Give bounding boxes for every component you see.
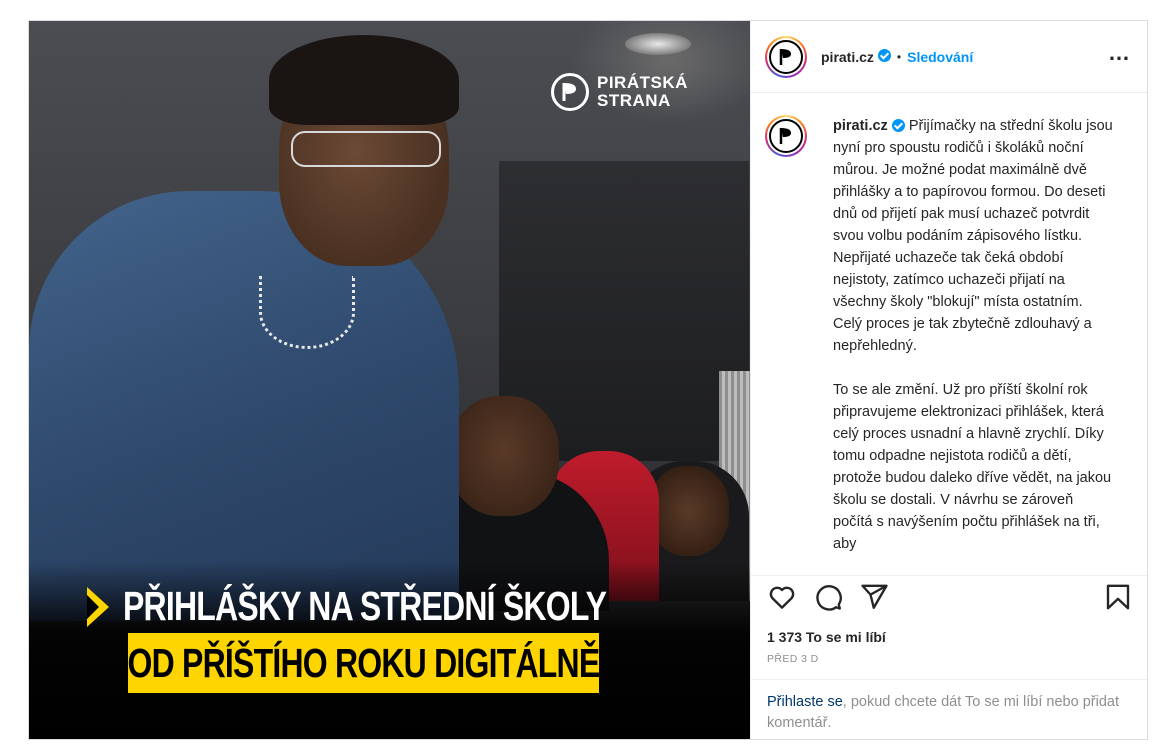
login-link[interactable]: Přihlaste se — [767, 694, 843, 710]
separator-dot: • — [896, 49, 902, 64]
caption-area[interactable]: pirati.cz Přijímačky na střední školu js… — [751, 93, 1147, 575]
login-prompt: Přihlaste se, pokud chcete dát To se mi … — [751, 679, 1147, 739]
person-figure — [269, 35, 459, 125]
action-bar — [751, 575, 1147, 619]
heart-icon — [769, 586, 795, 609]
headline-text: PŘIHLÁŠKY NA STŘEDNÍ ŠKOLY — [123, 583, 607, 629]
logo-line: PIRÁTSKÁ — [597, 73, 688, 92]
send-icon — [861, 584, 888, 609]
party-logo: PIRÁTSKÁ STRANA — [551, 73, 688, 111]
comment-icon — [816, 585, 842, 611]
chevron-right-icon — [87, 586, 109, 627]
logo-line: STRANA — [597, 91, 671, 110]
caption-paragraph: To se ale změní. Už pro příští školní ro… — [833, 382, 1112, 552]
post-sidebar: pirati.cz • Sledování … pirati.cz Přijím… — [750, 21, 1147, 739]
username-link[interactable]: pirati.cz — [821, 49, 874, 65]
post-header: pirati.cz • Sledování … — [751, 21, 1147, 93]
headline-text: OD PŘÍŠTÍHO ROKU DIGITÁLNĚ — [127, 639, 601, 686]
bookmark-icon — [1106, 584, 1130, 610]
following-button[interactable]: Sledování — [907, 49, 973, 65]
avatar[interactable] — [765, 35, 807, 78]
share-button[interactable] — [859, 582, 889, 617]
person-figure — [449, 396, 559, 516]
chain-necklace — [259, 276, 355, 349]
headline-line-1: PŘIHLÁŠKY NA STŘEDNÍ ŠKOLY — [87, 583, 742, 630]
comment-button[interactable] — [813, 582, 843, 617]
post-timestamp[interactable]: PŘED 3 D — [767, 653, 819, 665]
flag-icon — [769, 39, 803, 74]
ceiling-lamp — [625, 33, 691, 55]
glasses — [291, 131, 441, 167]
caption-paragraph: Přijímačky na střední školu jsou nyní pr… — [833, 118, 1113, 354]
save-button[interactable] — [1103, 582, 1133, 617]
verified-badge-icon — [891, 118, 905, 132]
flag-icon — [769, 119, 803, 153]
avatar[interactable] — [765, 115, 807, 157]
caption-username-link[interactable]: pirati.cz — [833, 118, 888, 134]
likes-count[interactable]: 1 373 To se mi líbí — [767, 629, 886, 645]
verified-badge-icon — [877, 49, 891, 62]
like-button[interactable] — [767, 582, 797, 617]
person-figure — [649, 466, 729, 556]
caption-text: pirati.cz Přijímačky na střední školu js… — [833, 115, 1113, 555]
post-image[interactable]: PIRÁTSKÁ STRANA PŘIHLÁŠKY NA STŘEDNÍ ŠKO… — [29, 21, 750, 739]
headline-line-2: OD PŘÍŠTÍHO ROKU DIGITÁLNĚ — [127, 633, 601, 693]
post-modal: PIRÁTSKÁ STRANA PŘIHLÁŠKY NA STŘEDNÍ ŠKO… — [28, 20, 1148, 740]
flag-icon — [551, 73, 589, 111]
more-options-icon[interactable]: … — [1108, 42, 1131, 64]
